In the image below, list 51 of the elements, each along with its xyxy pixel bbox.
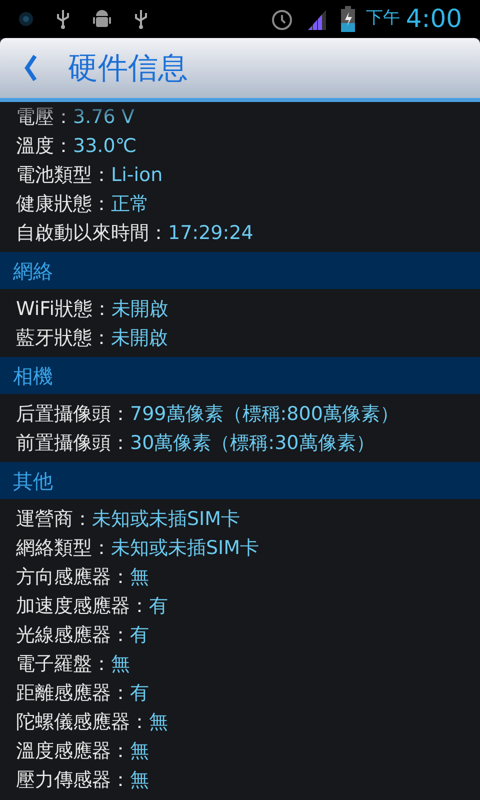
info-value: 無 (111, 652, 130, 678)
screen-title: 硬件信息 (68, 50, 188, 88)
info-value: 30萬像素（標稱:30萬像素） (130, 431, 375, 456)
info-label: 陀螺儀感應器： (16, 710, 149, 736)
usb-icon (134, 8, 148, 30)
info-label: 后置攝像頭： (16, 402, 130, 428)
info-value: 無 (130, 768, 149, 794)
info-label: 運營商： (16, 507, 92, 532)
info-value: 33.0℃ (73, 134, 137, 160)
info-label: 加速度感應器： (16, 594, 149, 620)
back-icon (23, 54, 37, 82)
section-title: 相機 (13, 362, 53, 390)
info-label: 網絡類型： (16, 536, 111, 562)
info-value: 有 (130, 681, 149, 706)
section-title: 其他 (13, 468, 53, 494)
section-title: 網絡 (13, 258, 53, 284)
info-label: 電子羅盤： (16, 652, 111, 678)
info-value: 無 (130, 565, 149, 590)
info-value: Li-ion (111, 163, 163, 188)
info-value: 有 (130, 623, 149, 648)
info-label: WiFi狀態： (16, 297, 112, 322)
info-label: 溫度： (16, 134, 73, 160)
info-value: 有 (149, 594, 168, 620)
info-label: 健康狀態： (16, 192, 111, 218)
info-label: 距離感應器： (16, 681, 130, 706)
info-value: 未知或未插SIM卡 (111, 536, 260, 562)
info-label: 壓力傳感器： (16, 768, 130, 794)
battery-icon (340, 6, 356, 32)
info-label: 電池類型： (16, 163, 111, 188)
camera-icon (18, 11, 34, 27)
info-value: 未開啟 (111, 326, 168, 352)
info-label: 溫度感應器： (16, 739, 130, 764)
info-value: 799萬像素（標稱:800萬像素） (130, 402, 399, 428)
info-label: 光線感應器： (16, 623, 130, 648)
info-value: 3.76 V (73, 105, 134, 130)
android-icon (92, 8, 112, 30)
info-label: 藍牙狀態： (16, 326, 111, 352)
alarm-icon (270, 7, 294, 31)
info-label: 電壓： (16, 105, 73, 130)
info-label: 方向感應器： (16, 565, 130, 590)
usb-icon (56, 8, 70, 30)
info-value: 17:29:24 (168, 221, 254, 246)
info-value: 正常 (111, 192, 149, 218)
info-value: 未開啟 (111, 297, 168, 322)
info-value: 未知或未插SIM卡 (92, 507, 240, 532)
info-label: 前置攝像頭： (16, 431, 130, 456)
info-label: 自啟動以來時間： (16, 221, 168, 246)
am-pm-label: 下午 (366, 7, 400, 30)
clock-time: 4:00 (406, 3, 462, 36)
info-value: 無 (149, 710, 168, 736)
info-value: 無 (130, 739, 149, 764)
